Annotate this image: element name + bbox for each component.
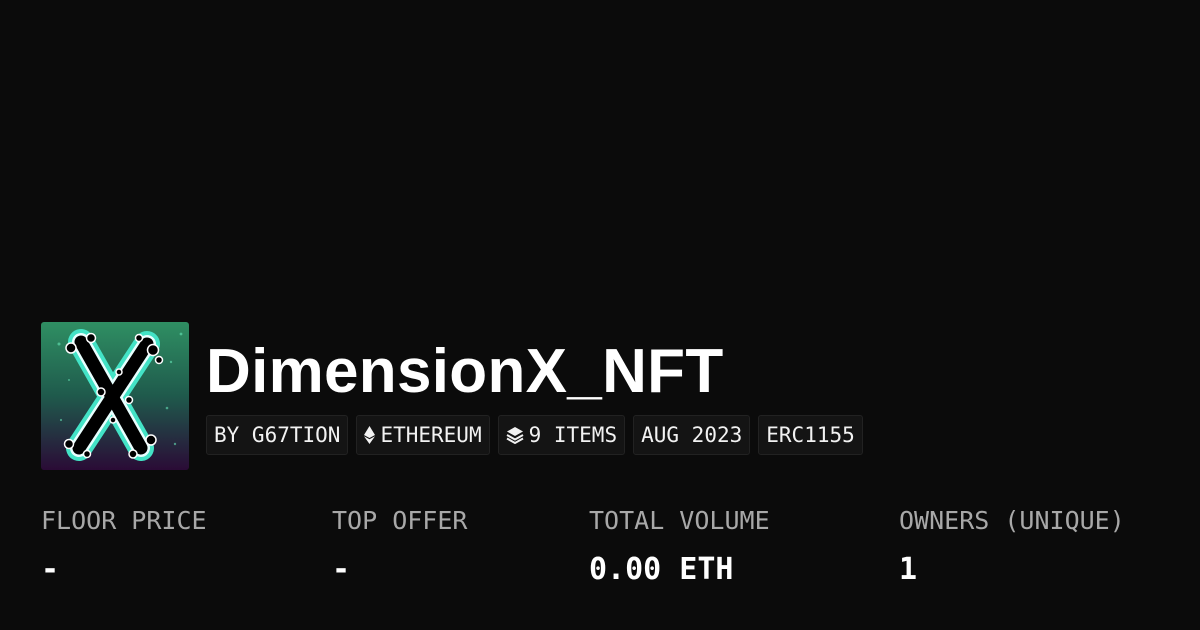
collection-avatar bbox=[41, 322, 189, 470]
standard-label: ERC1155 bbox=[766, 423, 855, 447]
top-offer-label: TOP OFFER bbox=[332, 506, 468, 535]
items-label: 9 ITEMS bbox=[528, 423, 618, 447]
standard-badge: ERC1155 bbox=[758, 415, 863, 455]
layers-icon bbox=[506, 426, 524, 444]
date-badge: AUG 2023 bbox=[633, 415, 751, 455]
creator-label: BY G67TION bbox=[214, 423, 341, 447]
floor-price-value: - bbox=[41, 552, 60, 587]
owners-stat: OWNERS (UNIQUE) 1 bbox=[899, 503, 1125, 588]
items-badge: 9 ITEMS bbox=[497, 415, 626, 455]
owners-label: OWNERS (UNIQUE) bbox=[899, 506, 1125, 535]
ethereum-icon bbox=[364, 426, 376, 444]
total-volume-value: 0.00 ETH bbox=[589, 552, 734, 587]
collection-title: DimensionX_NFT bbox=[206, 337, 724, 406]
collection-badges: BY G67TION ETHEREUM 9 ITEMS AUG 2023 ERC… bbox=[206, 415, 863, 455]
total-volume-label: TOTAL VOLUME bbox=[589, 506, 770, 535]
floor-price-stat: FLOOR PRICE - bbox=[41, 503, 207, 588]
x-splatter-logo-icon bbox=[41, 322, 189, 470]
chain-badge: ETHEREUM bbox=[356, 415, 490, 455]
floor-price-label: FLOOR PRICE bbox=[41, 506, 207, 535]
chain-label: ETHEREUM bbox=[380, 423, 482, 447]
creator-badge[interactable]: BY G67TION bbox=[206, 415, 349, 455]
total-volume-stat: TOTAL VOLUME 0.00 ETH bbox=[589, 503, 770, 588]
top-offer-value: - bbox=[332, 552, 351, 587]
date-label: AUG 2023 bbox=[641, 423, 743, 447]
top-offer-stat: TOP OFFER - bbox=[332, 503, 467, 588]
owners-value: 1 bbox=[899, 552, 918, 587]
